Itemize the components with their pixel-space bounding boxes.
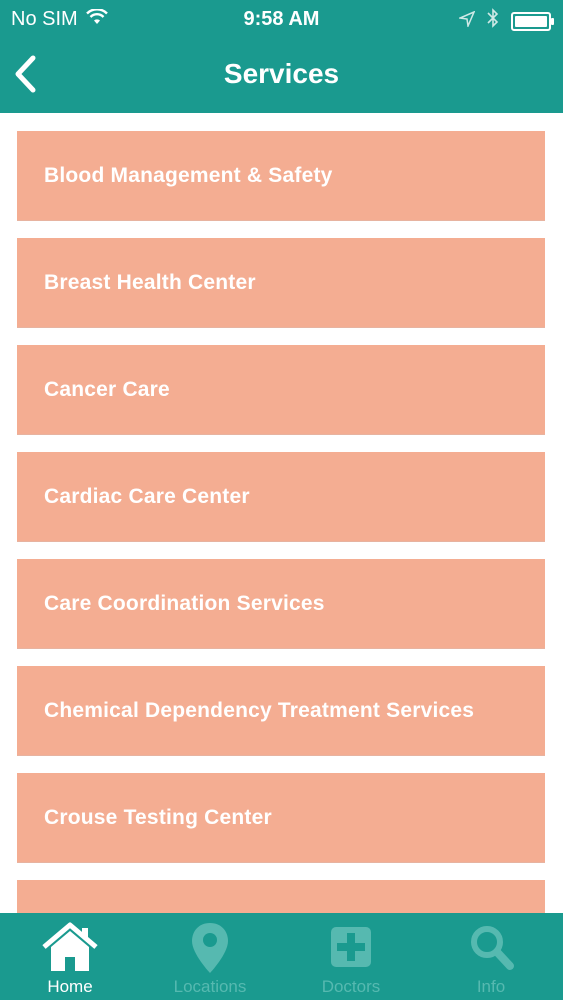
service-item[interactable]: Cardiac Care Center [17,452,545,542]
services-list[interactable]: Blood Management & Safety Breast Health … [0,113,563,913]
top-bar: No SIM 9:58 AM Services [0,0,563,113]
page-title: Services [223,58,340,89]
tab-label: Locations [173,977,247,996]
service-item[interactable]: Chemical Dependency Treatment Services [17,666,545,756]
service-item[interactable]: Blood Management & Safety [17,131,545,221]
service-item[interactable]: Breast Health Center [17,238,545,328]
service-item-label: Cancer Care [44,378,170,401]
tab-info[interactable]: Info [421,913,561,1000]
service-item[interactable] [17,880,545,913]
tab-locations[interactable]: Locations [140,913,280,1000]
tab-label: Home [47,977,93,996]
home-icon [42,922,98,971]
tab-doctors[interactable]: Doctors [281,913,421,1000]
service-item-label: Blood Management & Safety [44,164,333,187]
service-item-label: Cardiac Care Center [44,485,250,508]
nav-bar: Services [0,38,563,113]
location-pin-icon [192,923,228,973]
medical-plus-icon [331,927,371,967]
service-item-label: Crouse Testing Center [44,806,272,829]
service-item-label: Chemical Dependency Treatment Services [44,699,475,722]
service-item[interactable]: Care Coordination Services [17,559,545,649]
service-item[interactable]: Cancer Care [17,345,545,435]
status-right [457,8,554,34]
tab-bar: Home Locations Doctors Info [0,913,563,1000]
app-screen: No SIM 9:58 AM Services Blood Management… [0,0,563,1000]
bluetooth-icon [487,8,499,34]
service-item-label: Care Coordination Services [44,592,325,615]
tab-label: Info [476,977,506,996]
battery-icon [511,11,554,31]
location-arrow-icon [457,10,476,33]
tab-home[interactable]: Home [0,913,140,1000]
service-item-label: Breast Health Center [44,271,256,294]
service-item[interactable]: Crouse Testing Center [17,773,545,863]
tab-label: Doctors [321,977,381,996]
search-icon [471,926,514,970]
status-bar: No SIM 9:58 AM [0,0,563,38]
